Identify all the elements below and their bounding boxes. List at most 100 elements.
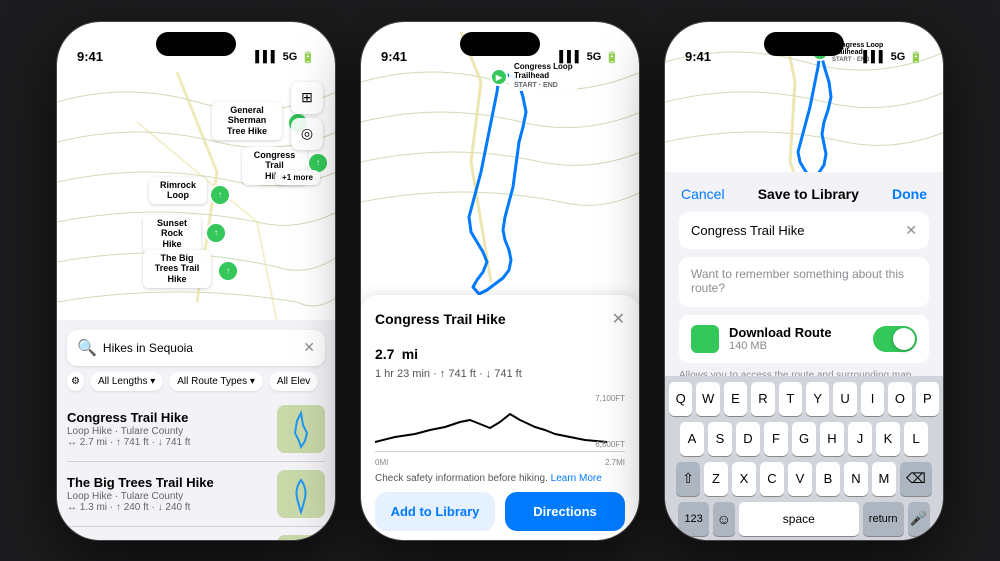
key-backspace[interactable]: ⌫ bbox=[900, 462, 932, 496]
key-shift[interactable]: ⇧ bbox=[676, 462, 700, 496]
battery-icon-1: 🔋 bbox=[301, 51, 315, 64]
phone2-screen: 9:41 ▌▌▌ 5G 🔋 bbox=[361, 22, 639, 540]
map-btn-location[interactable]: ◎ bbox=[291, 118, 323, 150]
trail-sub-1: Loop Hike · Tulare County ↔ 2.7 mi · ↑ 7… bbox=[67, 426, 277, 448]
download-toggle[interactable] bbox=[873, 326, 917, 352]
notes-input[interactable]: Want to remember something about this ro… bbox=[679, 257, 929, 307]
trail-thumb-2 bbox=[277, 470, 325, 518]
save-nav: Cancel Save to Library Done bbox=[665, 172, 943, 212]
phone1-screen: 9:41 ▌▌▌ 5G 🔋 bbox=[57, 22, 335, 540]
key-t[interactable]: T bbox=[779, 382, 802, 416]
save-modal: Cancel Save to Library Done Congress Tra… bbox=[665, 172, 943, 540]
dynamic-island-1 bbox=[156, 32, 236, 56]
key-y[interactable]: Y bbox=[806, 382, 829, 416]
trail-name-input[interactable]: Congress Trail Hike ✕ bbox=[679, 212, 929, 249]
map-btn-layers[interactable]: ⊞ bbox=[291, 82, 323, 114]
filter-settings[interactable]: ⚙ bbox=[67, 372, 84, 391]
network-1: 5G bbox=[283, 51, 298, 63]
key-mic[interactable]: 🎤 bbox=[908, 502, 930, 536]
map-label-sunset: Sunset RockHike bbox=[143, 215, 201, 253]
key-g[interactable]: G bbox=[792, 422, 816, 456]
key-123[interactable]: 123 bbox=[678, 502, 708, 536]
key-m[interactable]: M bbox=[872, 462, 896, 496]
key-r[interactable]: R bbox=[751, 382, 774, 416]
key-p[interactable]: P bbox=[916, 382, 939, 416]
key-h[interactable]: H bbox=[820, 422, 844, 456]
key-b[interactable]: B bbox=[816, 462, 840, 496]
search-clear[interactable]: ✕ bbox=[303, 339, 315, 356]
key-a[interactable]: A bbox=[680, 422, 704, 456]
trail-item-2[interactable]: The Big Trees Trail Hike Loop Hike · Tul… bbox=[67, 462, 325, 527]
search-bar[interactable]: 🔍 Hikes in Sequoia ✕ bbox=[67, 330, 325, 366]
trail-name-1: Congress Trail Hike bbox=[67, 410, 277, 425]
key-return[interactable]: return bbox=[863, 502, 904, 536]
signal-icon-1: ▌▌▌ bbox=[255, 51, 278, 63]
map-label-sherman: General ShermanTree Hike bbox=[212, 102, 282, 140]
key-n[interactable]: N bbox=[844, 462, 868, 496]
search-icon-1: 🔍 bbox=[77, 338, 97, 358]
key-q[interactable]: Q bbox=[669, 382, 692, 416]
directions-button[interactable]: Directions bbox=[505, 492, 625, 531]
key-x[interactable]: X bbox=[732, 462, 756, 496]
map-label-bigtrees: The Big Trees TrailHike bbox=[143, 250, 211, 288]
map-pin-sunset[interactable]: ↑ bbox=[205, 222, 227, 244]
detail-card: Congress Trail Hike ✕ 2.7 mi 1 hr 23 min… bbox=[361, 295, 639, 540]
elevation-chart: 7,100FT 6,800FT bbox=[375, 392, 625, 452]
key-i[interactable]: I bbox=[861, 382, 884, 416]
cancel-button[interactable]: Cancel bbox=[681, 186, 725, 202]
network-3: 5G bbox=[891, 51, 906, 63]
key-s[interactable]: S bbox=[708, 422, 732, 456]
status-icons-2: ▌▌▌ 5G 🔋 bbox=[559, 51, 619, 64]
done-button[interactable]: Done bbox=[892, 186, 927, 202]
trail-info-1: Congress Trail Hike Loop Hike · Tulare C… bbox=[67, 410, 277, 448]
filter-elev[interactable]: All Elev bbox=[269, 372, 318, 391]
key-c[interactable]: C bbox=[760, 462, 784, 496]
trail-item-1[interactable]: Congress Trail Hike Loop Hike · Tulare C… bbox=[67, 397, 325, 462]
modal-title: Save to Library bbox=[758, 186, 859, 202]
trail-info-2: The Big Trees Trail Hike Loop Hike · Tul… bbox=[67, 475, 277, 513]
key-v[interactable]: V bbox=[788, 462, 812, 496]
battery-icon-2: 🔋 bbox=[605, 51, 619, 64]
key-z[interactable]: Z bbox=[704, 462, 728, 496]
time-1: 9:41 bbox=[77, 49, 103, 64]
safety-note: Check safety information before hiking. … bbox=[361, 471, 639, 492]
key-e[interactable]: E bbox=[724, 382, 747, 416]
elev-y-labels: 7,100FT 6,800FT bbox=[595, 392, 625, 451]
download-text: Download Route 140 MB bbox=[729, 325, 863, 352]
filter-length[interactable]: All Lengths ▾ bbox=[90, 372, 163, 391]
key-d[interactable]: D bbox=[736, 422, 760, 456]
key-k[interactable]: K bbox=[876, 422, 900, 456]
trail-item-3[interactable]: Crescent Meadow Hike bbox=[67, 527, 325, 540]
trail-thumb-3 bbox=[277, 535, 325, 540]
key-l[interactable]: L bbox=[904, 422, 928, 456]
key-space[interactable]: space bbox=[739, 502, 859, 536]
add-to-library-button[interactable]: Add to Library bbox=[375, 492, 495, 531]
download-row: Download Route 140 MB bbox=[679, 315, 929, 363]
key-u[interactable]: U bbox=[833, 382, 856, 416]
key-emoji[interactable]: ☺ bbox=[713, 502, 735, 536]
learn-more-link[interactable]: Learn More bbox=[551, 473, 602, 484]
keyboard: Q W E R T Y U I O P A S bbox=[665, 376, 943, 540]
map-label-more: +1 more bbox=[275, 170, 320, 186]
key-o[interactable]: O bbox=[888, 382, 911, 416]
key-f[interactable]: F bbox=[764, 422, 788, 456]
detail-close-btn[interactable]: ✕ bbox=[612, 309, 625, 329]
elevation-svg bbox=[375, 392, 607, 452]
kb-row-4: 123 ☺ space return 🎤 bbox=[669, 502, 939, 536]
phone-search: 9:41 ▌▌▌ 5G 🔋 bbox=[56, 21, 336, 541]
key-j[interactable]: J bbox=[848, 422, 872, 456]
phone-detail: 9:41 ▌▌▌ 5G 🔋 bbox=[360, 21, 640, 541]
key-w[interactable]: W bbox=[696, 382, 719, 416]
time-3: 9:41 bbox=[685, 49, 711, 64]
filter-route[interactable]: All Route Types ▾ bbox=[169, 372, 263, 391]
trail-name-2: The Big Trees Trail Hike bbox=[67, 475, 277, 490]
toggle-knob bbox=[893, 328, 915, 350]
phone-save: 9:41 ▌▌▌ 5G 🔋 Congr bbox=[664, 21, 944, 541]
clear-input-icon[interactable]: ✕ bbox=[905, 222, 917, 239]
kb-row-1: Q W E R T Y U I O P bbox=[669, 382, 939, 416]
trail-thumb-1 bbox=[277, 405, 325, 453]
svg-text:▶: ▶ bbox=[495, 73, 503, 82]
status-icons-3: ▌▌▌ 5G 🔋 bbox=[863, 51, 923, 64]
map-pin-rimrock[interactable]: ↑ bbox=[209, 184, 231, 206]
map-pin-bigtrees[interactable]: ↑ bbox=[217, 260, 239, 282]
